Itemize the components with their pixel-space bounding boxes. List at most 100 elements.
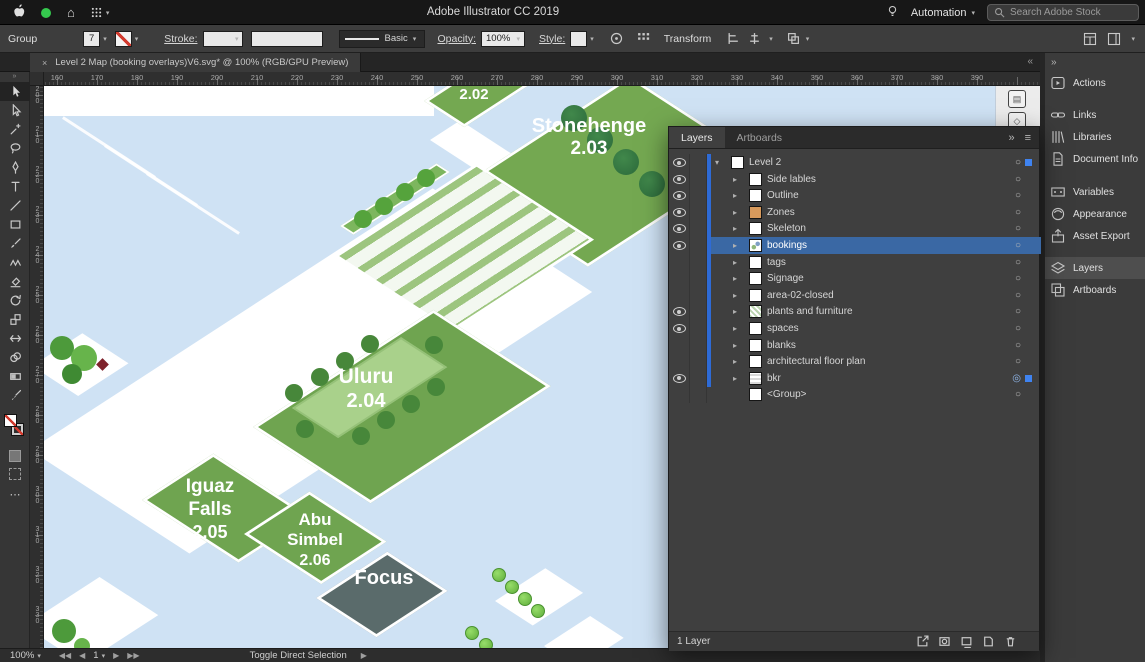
artboard-widget-icon[interactable]: ▤ bbox=[1008, 90, 1026, 108]
artboard-navigation[interactable]: ◀◀ ◀ 1▾ ▶ ▶▶ bbox=[59, 650, 140, 661]
layer-row-signage[interactable]: ▸Signage○ bbox=[669, 270, 1041, 287]
horizontal-ruler[interactable]: 1601701801902002102202302402502602702802… bbox=[44, 72, 1040, 86]
layer-visibility-toggle[interactable] bbox=[669, 154, 690, 171]
layer-thumbnail[interactable] bbox=[749, 372, 762, 385]
layer-target-circle[interactable]: ○ bbox=[1015, 356, 1021, 367]
home-icon[interactable]: ⌂ bbox=[67, 5, 75, 20]
fill-swatch[interactable]: 7 bbox=[83, 31, 100, 47]
transform-label[interactable]: Transform bbox=[664, 33, 711, 45]
dock-item-variables[interactable]: Variables bbox=[1045, 181, 1145, 203]
layer-target-circle[interactable]: ○ bbox=[1015, 290, 1021, 301]
layer-name[interactable]: tags bbox=[767, 257, 786, 268]
layer-target-circle[interactable]: ○ bbox=[1015, 389, 1021, 400]
tool-rectangle[interactable] bbox=[0, 215, 30, 234]
tab-artboards[interactable]: Artboards bbox=[725, 127, 795, 148]
stroke-swatch[interactable] bbox=[115, 31, 132, 47]
layer-row-outline[interactable]: ▸Outline○ bbox=[669, 187, 1041, 204]
layer-target-circle[interactable]: ○ bbox=[1015, 157, 1021, 168]
layer-thumbnail[interactable] bbox=[749, 189, 762, 202]
layer-target-circle[interactable]: ○ bbox=[1015, 240, 1021, 251]
dock-item-layers[interactable]: Layers bbox=[1045, 257, 1145, 279]
layer-visibility-toggle[interactable] bbox=[669, 187, 690, 204]
layer-name[interactable]: bookings bbox=[767, 240, 807, 251]
first-artboard-icon[interactable]: ◀◀ bbox=[59, 651, 71, 660]
layer-thumbnail[interactable] bbox=[749, 355, 762, 368]
layer-row-group[interactable]: <Group>○ bbox=[669, 386, 1041, 403]
layer-expand-chevron[interactable]: ▸ bbox=[733, 341, 737, 350]
layer-target-circle[interactable]: ○ bbox=[1015, 257, 1021, 268]
layer-visibility-toggle[interactable] bbox=[669, 204, 690, 221]
layer-expand-chevron[interactable]: ▸ bbox=[733, 208, 737, 217]
layer-thumbnail[interactable] bbox=[749, 206, 762, 219]
layer-target-circle[interactable]: ○ bbox=[1015, 273, 1021, 284]
stroke-weight-field[interactable]: ▾ bbox=[203, 31, 243, 47]
layer-expand-chevron[interactable]: ▸ bbox=[733, 224, 737, 233]
layer-row-bkr[interactable]: ▸bkr◎ bbox=[669, 370, 1041, 387]
delete-layer-icon[interactable] bbox=[1004, 635, 1017, 648]
layer-thumbnail[interactable] bbox=[749, 305, 762, 318]
tool-eyedropper[interactable] bbox=[0, 386, 30, 405]
locate-object-icon[interactable] bbox=[916, 635, 929, 648]
style-swatch[interactable] bbox=[570, 31, 587, 47]
layer-expand-chevron[interactable]: ▸ bbox=[733, 175, 737, 184]
draw-normal-mode-button[interactable] bbox=[9, 450, 21, 462]
layer-thumbnail[interactable] bbox=[749, 272, 762, 285]
panel-menu-icon[interactable]: ≡ bbox=[1025, 132, 1031, 144]
layer-row-bookings[interactable]: ▸ bookings ○ bbox=[669, 237, 1041, 254]
layer-row-plants-and-furniture[interactable]: ▸plants and furniture○ bbox=[669, 303, 1041, 320]
make-clipping-mask-icon[interactable] bbox=[938, 635, 951, 648]
draw-behind-mode-button[interactable] bbox=[9, 468, 21, 480]
layer-expand-chevron[interactable]: ▸ bbox=[733, 241, 737, 250]
automation-menu[interactable]: Automation▾ bbox=[911, 7, 975, 19]
layer-expand-chevron[interactable]: ▸ bbox=[733, 324, 737, 333]
layer-row-skeleton[interactable]: ▸ Skeleton ○ bbox=[669, 220, 1041, 237]
stroke-label[interactable]: Stroke: bbox=[164, 33, 197, 45]
layer-name[interactable]: plants and furniture bbox=[767, 306, 853, 317]
layer-thumbnail[interactable] bbox=[731, 156, 744, 169]
layer-lock-toggle[interactable] bbox=[690, 303, 707, 320]
layer-row-blanks[interactable]: ▸ blanks ○ bbox=[669, 337, 1041, 354]
zoom-control[interactable]: 100%▾ bbox=[10, 650, 41, 661]
next-artboard-icon[interactable]: ▶ bbox=[113, 651, 119, 660]
layer-name[interactable]: Skeleton bbox=[767, 223, 806, 234]
tool-paintbrush[interactable] bbox=[0, 234, 30, 253]
workspace-switcher[interactable]: ▾ bbox=[1083, 32, 1135, 46]
layer-thumbnail[interactable] bbox=[749, 339, 762, 352]
layer-target-circle[interactable]: ○ bbox=[1015, 223, 1021, 234]
layer-name[interactable]: Zones bbox=[767, 207, 795, 218]
dock-expand-icon[interactable]: » bbox=[1051, 57, 1057, 68]
layer-lock-toggle[interactable] bbox=[690, 220, 707, 237]
layer-name[interactable]: blanks bbox=[767, 340, 796, 351]
layer-thumbnail[interactable] bbox=[749, 239, 762, 252]
layer-target-circle[interactable]: ◎ bbox=[1012, 373, 1021, 384]
layer-row-level-2[interactable]: ▾Level 2○ bbox=[669, 154, 1041, 171]
toolbar-grip[interactable]: » bbox=[0, 72, 29, 82]
layer-target-circle[interactable]: ○ bbox=[1015, 207, 1021, 218]
layer-lock-toggle[interactable] bbox=[690, 237, 707, 254]
dock-item-libraries[interactable]: Libraries bbox=[1045, 126, 1145, 148]
more-options-icons[interactable]: ▾ bbox=[787, 32, 810, 45]
tool-selection[interactable] bbox=[0, 82, 30, 101]
layer-lock-toggle[interactable] bbox=[690, 386, 707, 403]
dock-item-appearance[interactable]: Appearance bbox=[1045, 203, 1145, 225]
lightbulb-icon[interactable] bbox=[886, 4, 899, 21]
ruler-corner[interactable] bbox=[30, 72, 44, 86]
layer-lock-toggle[interactable] bbox=[690, 154, 707, 171]
layer-thumbnail[interactable] bbox=[749, 173, 762, 186]
new-sublayer-icon[interactable] bbox=[960, 635, 973, 648]
layer-name[interactable]: architectural floor plan bbox=[767, 356, 865, 367]
layer-visibility-toggle[interactable] bbox=[669, 254, 690, 271]
layer-row-area-02-closed[interactable]: ▸area-02-closed○ bbox=[669, 287, 1041, 304]
layer-row-architectural-floor-plan[interactable]: ▸architectural floor plan○ bbox=[669, 353, 1041, 370]
layer-name[interactable]: Outline bbox=[767, 190, 799, 201]
layer-row-spaces[interactable]: ▸spaces○ bbox=[669, 320, 1041, 337]
recolor-artwork-icon[interactable] bbox=[610, 32, 623, 45]
layer-name[interactable]: bkr bbox=[767, 373, 781, 384]
layer-target-circle[interactable]: ○ bbox=[1015, 340, 1021, 351]
tool-pen[interactable] bbox=[0, 158, 30, 177]
prev-artboard-icon[interactable]: ◀ bbox=[79, 651, 85, 660]
tool-gradient[interactable] bbox=[0, 367, 30, 386]
layer-expand-chevron[interactable]: ▸ bbox=[733, 291, 737, 300]
document-tab[interactable]: × Level 2 Map (booking overlays)V6.svg* … bbox=[30, 53, 361, 72]
layer-visibility-toggle[interactable] bbox=[669, 270, 690, 287]
